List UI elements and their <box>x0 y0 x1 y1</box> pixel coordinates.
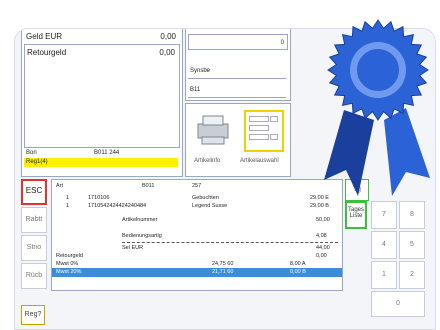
key-5[interactable]: 5 <box>399 231 425 259</box>
rueck-label: Rücb <box>25 272 43 279</box>
bon-label: Bon <box>26 150 37 156</box>
storno-label: Stno <box>26 244 42 251</box>
receipt-header-col1: Art <box>56 183 64 189</box>
reg-button[interactable]: Reg? <box>21 305 45 325</box>
receipt-line[interactable]: Bedienungsartig 4,08 <box>52 232 342 241</box>
register-label: Reg1(4) <box>26 159 48 165</box>
article-info-button[interactable]: Artikelinfo <box>188 108 238 170</box>
bon-value: B011 244 <box>94 150 120 156</box>
receipt-header: Art B011 257 <box>52 182 342 191</box>
receipt-line[interactable]: 1 1710542424424240484 Legend Susse 29,00… <box>52 202 342 211</box>
key-1[interactable]: 1 <box>371 261 397 289</box>
system-label: Synsbe <box>190 68 211 74</box>
award-ribbon-icon <box>324 19 430 196</box>
info-field[interactable]: 0 <box>188 34 288 50</box>
info-field-value: 0 <box>280 40 284 46</box>
storno-button[interactable]: Stno <box>21 235 47 261</box>
register-bar[interactable]: Reg1(4) <box>24 158 178 167</box>
receipt-line-selected[interactable]: Mwst 20% 21,71 60 0,00 B <box>52 268 342 277</box>
rabatt-button[interactable]: Rabtt <box>21 207 47 233</box>
code-label: B11 <box>190 87 201 93</box>
tagesliste-label: Tages Liste <box>347 207 364 219</box>
receipt-list[interactable]: Art B011 257 1 1710106 Gebuchten 29,00 E… <box>51 179 343 291</box>
retour-value: 0,00 <box>159 48 175 57</box>
rueck-button[interactable]: Rücb <box>21 263 47 289</box>
key-4[interactable]: 4 <box>371 231 397 259</box>
article-selection-label: Artikelauswahl <box>240 158 279 164</box>
currency-value: 0,00 <box>160 32 176 41</box>
printer-icon <box>197 115 229 145</box>
tagesliste-button[interactable]: Tages Liste <box>345 201 367 229</box>
article-panel: Artikelinfo Artikelauswahl <box>185 103 291 177</box>
article-info-label: Artikelinfo <box>194 158 221 164</box>
esc-label: ESC <box>25 186 43 195</box>
system-field[interactable]: Synsbe <box>188 64 286 79</box>
code-field[interactable]: B11 <box>188 83 286 98</box>
currency-label: Geld EUR <box>26 32 63 41</box>
receipt-divider <box>122 242 338 243</box>
key-0[interactable]: 0 <box>371 291 425 317</box>
rabatt-label: Rabtt <box>25 216 43 223</box>
retour-label: Retourgeld <box>27 48 67 57</box>
key-7[interactable]: 7 <box>371 201 397 229</box>
info-panel: 0 Synsbe B11 <box>185 29 291 101</box>
article-form-icon <box>244 110 284 152</box>
reg-label: Reg? <box>24 311 42 318</box>
receipt-header-col2: B011 <box>142 183 155 189</box>
article-selection-button[interactable]: Artikelauswahl <box>240 108 288 170</box>
retour-box: Retourgeld 0,00 <box>24 44 180 148</box>
key-8[interactable]: 8 <box>399 201 425 229</box>
receipt-header-col3: 257 <box>192 183 202 189</box>
payment-panel: Geld EUR 0,00 Retourgeld 0,00 Bon B011 2… <box>21 29 183 177</box>
receipt-line[interactable]: Artikelnummer 50,00 <box>52 216 342 225</box>
key-2[interactable]: 2 <box>399 261 425 289</box>
esc-button[interactable]: ESC <box>21 179 47 205</box>
